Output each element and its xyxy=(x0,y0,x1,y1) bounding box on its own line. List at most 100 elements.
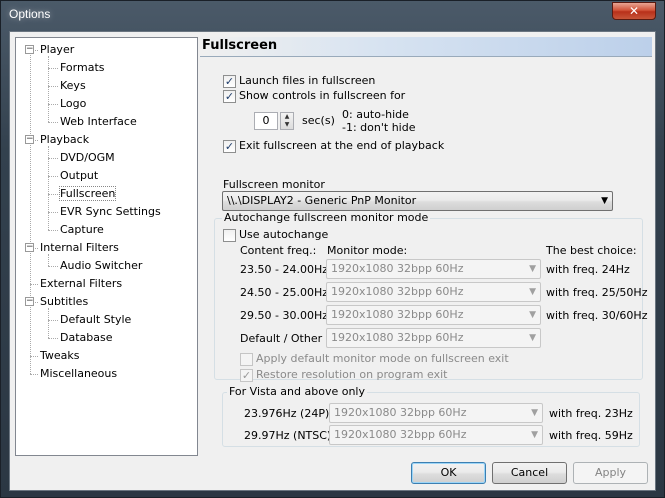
monitor-mode-select[interactable]: 1920x1080 32bpp 60Hz ▼ xyxy=(326,328,541,348)
apply-default-mode-label[interactable]: Apply default monitor mode on fullscreen… xyxy=(256,352,509,365)
tree-item-label: Default Style xyxy=(60,313,132,326)
tree-connector xyxy=(30,374,38,375)
tree-item-label: External Filters xyxy=(40,277,123,290)
tree-item-label: Keys xyxy=(60,79,86,92)
chevron-down-icon: ▼ xyxy=(531,430,538,440)
monitor-mode-header: Monitor mode: xyxy=(327,244,408,257)
freq-row-label: 29.50 - 30.00Hz xyxy=(240,309,328,322)
autochange-group-caption: Autochange fullscreen monitor mode xyxy=(222,211,431,224)
exit-fullscreen-label[interactable]: Exit fullscreen at the end of playback xyxy=(239,139,444,152)
tree-item-label: Subtitles xyxy=(40,295,89,308)
panel-header: Fullscreen xyxy=(200,37,652,57)
tree-item[interactable]: Player xyxy=(40,42,74,58)
tree-item-label: Logo xyxy=(60,97,87,110)
tree-item[interactable]: Tweaks xyxy=(40,348,80,364)
show-controls-checkbox[interactable]: ✓ xyxy=(223,90,236,103)
tree-connector xyxy=(48,122,58,123)
check-icon: ✓ xyxy=(224,75,235,88)
dialog-client-area: Player − Formats Keys Logo Web Interface Playb… xyxy=(9,31,656,491)
ok-button[interactable]: OK xyxy=(411,462,486,484)
collapse-icon[interactable]: − xyxy=(25,135,34,144)
spin-up-icon[interactable]: ▲ xyxy=(281,113,293,121)
dont-hide-hint: -1: don't hide xyxy=(342,121,416,134)
controls-seconds-spinner[interactable]: ▲ ▼ xyxy=(280,112,294,130)
check-icon: ✓ xyxy=(224,140,235,153)
monitor-mode-select[interactable]: 1920x1080 32bpp 60Hz ▼ xyxy=(326,305,541,325)
controls-seconds-input[interactable]: 0 xyxy=(254,112,278,130)
restore-resolution-checkbox[interactable]: ✓ xyxy=(240,369,253,382)
cancel-button[interactable]: Cancel xyxy=(492,462,567,484)
tree-connector xyxy=(48,86,58,87)
tree-item[interactable]: Web Interface xyxy=(60,114,137,130)
check-icon: ✓ xyxy=(241,369,252,382)
title-bar[interactable]: Options ✕ xyxy=(1,1,664,31)
best-choice-value: with freq. 25/50Hz xyxy=(546,286,648,299)
tree-item[interactable]: EVR Sync Settings xyxy=(60,204,161,220)
tree-item[interactable]: Internal Filters xyxy=(40,240,119,256)
tree-item[interactable]: Database xyxy=(60,330,113,346)
tree-item[interactable]: Formats xyxy=(60,60,105,76)
tree-item[interactable]: Playback xyxy=(40,132,89,148)
options-tree[interactable]: Player − Formats Keys Logo Web Interface Playb… xyxy=(15,37,198,456)
spin-down-icon[interactable]: ▼ xyxy=(281,121,293,129)
tree-item-label: Web Interface xyxy=(60,115,137,128)
use-autochange-checkbox[interactable] xyxy=(223,229,236,242)
options-window: Options ✕ Player − Formats Keys Logo Web Inte… xyxy=(0,0,665,498)
collapse-icon[interactable]: − xyxy=(25,297,34,306)
vista-group-caption: For Vista and above only xyxy=(227,385,367,398)
apply-default-mode-checkbox[interactable] xyxy=(240,353,253,366)
tree-item[interactable]: External Filters xyxy=(40,276,122,292)
tree-item[interactable]: Audio Switcher xyxy=(60,258,142,274)
monitor-mode-select[interactable]: 1920x1080 32bpp 60Hz ▼ xyxy=(326,282,541,302)
tree-item-label: Player xyxy=(40,43,75,56)
launch-fullscreen-checkbox[interactable]: ✓ xyxy=(223,75,236,88)
vista-freq-label: 29.97Hz (NTSC) xyxy=(244,429,332,442)
tree-item[interactable]: Output xyxy=(60,168,98,184)
tree-item[interactable]: Subtitles xyxy=(40,294,88,310)
check-icon: ✓ xyxy=(224,90,235,103)
collapse-icon[interactable]: − xyxy=(25,243,34,252)
close-icon: ✕ xyxy=(628,4,640,18)
tree-item[interactable]: DVD/OGM xyxy=(60,150,115,166)
monitor-mode-value: 1920x1080 32bpp 60Hz xyxy=(331,262,464,275)
tree-item[interactable]: Capture xyxy=(60,222,104,238)
tree-item[interactable]: Miscellaneous xyxy=(40,366,117,382)
tree-connector xyxy=(48,56,49,122)
exit-fullscreen-checkbox[interactable]: ✓ xyxy=(223,140,236,153)
fullscreen-monitor-select[interactable]: \\.\DISPLAY2 - Generic PnP Monitor ▼ xyxy=(222,191,613,211)
tree-item-label: DVD/OGM xyxy=(60,151,115,164)
restore-resolution-label[interactable]: Restore resolution on program exit xyxy=(256,368,447,381)
tree-connector xyxy=(48,158,58,159)
fullscreen-monitor-value: \\.\DISPLAY2 - Generic PnP Monitor xyxy=(227,194,417,207)
apply-button[interactable]: Apply xyxy=(573,462,648,484)
monitor-mode-select[interactable]: 1920x1080 32bpp 60Hz ▼ xyxy=(326,259,541,279)
tree-item-label: Playback xyxy=(40,133,90,146)
close-button[interactable]: ✕ xyxy=(612,2,656,20)
tree-item[interactable]: Fullscreen xyxy=(58,186,117,202)
tree-connector xyxy=(48,266,58,267)
use-autochange-label[interactable]: Use autochange xyxy=(239,228,328,241)
vista-best-value: with freq. 23Hz xyxy=(549,407,633,420)
fullscreen-monitor-label: Fullscreen monitor xyxy=(223,178,325,191)
auto-hide-hint: 0: auto-hide xyxy=(342,108,409,121)
show-controls-label[interactable]: Show controls in fullscreen for xyxy=(239,89,405,102)
tree-item[interactable]: Logo xyxy=(60,96,86,112)
tree-item[interactable]: Keys xyxy=(60,78,86,94)
tree-connector xyxy=(48,68,58,69)
chevron-down-icon: ▼ xyxy=(529,310,536,320)
tree-item-label: Fullscreen xyxy=(58,186,117,201)
seconds-unit-label: sec(s) xyxy=(302,114,335,127)
vista-mode-select[interactable]: 1920x1080 32bpp 60Hz ▼ xyxy=(329,403,543,423)
freq-row-label: 23.50 - 24.00Hz xyxy=(240,263,328,276)
tree-connector xyxy=(30,356,38,357)
collapse-icon[interactable]: − xyxy=(25,45,34,54)
tree-item-label: Audio Switcher xyxy=(60,259,143,272)
vista-mode-select[interactable]: 1920x1080 32bpp 60Hz ▼ xyxy=(329,425,543,445)
chevron-down-icon: ▼ xyxy=(601,196,608,206)
tree-item-label: Capture xyxy=(60,223,104,236)
tree-item-label: Formats xyxy=(60,61,105,74)
tree-connector xyxy=(48,176,58,177)
vista-mode-value: 1920x1080 32bpp 60Hz xyxy=(334,428,467,441)
launch-fullscreen-label[interactable]: Launch files in fullscreen xyxy=(239,74,375,87)
tree-item[interactable]: Default Style xyxy=(60,312,131,328)
